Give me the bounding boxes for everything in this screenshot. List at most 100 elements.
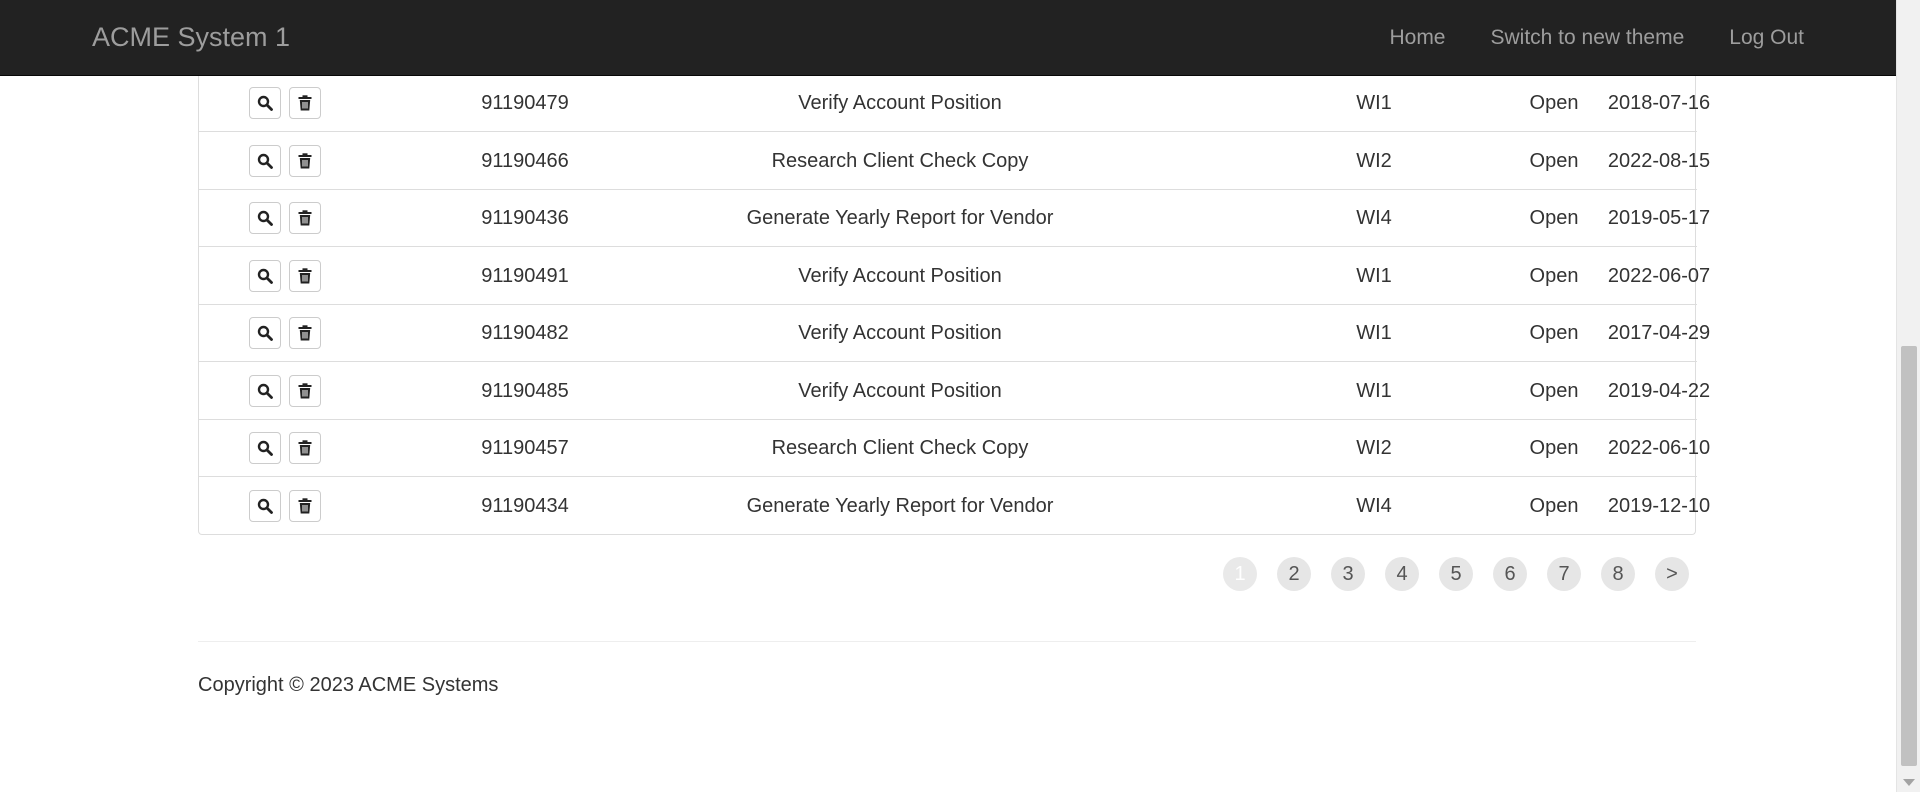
work-item-date: 2019-05-17 — [1607, 207, 1711, 229]
trash-icon — [298, 210, 312, 226]
work-item-type: WI4 — [1356, 494, 1392, 517]
row-actions — [199, 248, 375, 305]
row-actions — [199, 420, 375, 477]
trash-icon — [298, 382, 312, 399]
table-row: 91190485 Verify Account Position WI1 Open 20… — [199, 363, 1710, 420]
work-item-type: WI2 — [1356, 149, 1392, 172]
delete-button[interactable] — [289, 317, 321, 349]
page-button-1[interactable]: 1 — [1223, 557, 1257, 591]
scrollbar-thumb[interactable] — [1901, 346, 1917, 766]
search-icon — [257, 268, 273, 284]
work-item-id: 91190457 — [481, 437, 569, 459]
navbar: ACME System 1 Home Switch to new theme L… — [0, 0, 1896, 76]
work-item-title: Generate Yearly Report for Vendor — [746, 207, 1054, 229]
work-item-type: WI1 — [1356, 379, 1392, 402]
row-actions — [199, 305, 375, 362]
delete-button[interactable] — [289, 259, 321, 292]
footer-divider — [198, 641, 1696, 642]
work-item-date: 2019-12-10 — [1607, 494, 1711, 517]
row-actions — [199, 190, 375, 247]
scroll-down-arrow-icon[interactable] — [1903, 779, 1915, 786]
work-item-type: WI1 — [1356, 264, 1392, 287]
work-item-id: 91190479 — [481, 92, 569, 114]
search-icon — [257, 153, 273, 169]
row-actions — [199, 75, 375, 132]
work-item-date: 2019-04-22 — [1607, 379, 1711, 402]
work-item-title: Verify Account Position — [798, 92, 1002, 114]
page-button-3[interactable]: 3 — [1331, 557, 1365, 591]
search-icon — [257, 498, 273, 514]
work-item-id: 91190466 — [481, 149, 569, 172]
page-button-4[interactable]: 4 — [1385, 557, 1419, 591]
view-button[interactable] — [249, 432, 281, 464]
trash-icon — [298, 325, 312, 341]
search-icon — [257, 95, 273, 111]
work-item-id: 91190434 — [481, 494, 569, 517]
work-item-date: 2017-04-29 — [1607, 322, 1711, 344]
page-button-8[interactable]: 8 — [1601, 557, 1635, 591]
search-icon — [257, 210, 273, 226]
table-row: 91190466 Research Client Check Copy WI2 Ope… — [199, 133, 1710, 190]
work-item-title: Research Client Check Copy — [771, 149, 1029, 172]
delete-button[interactable] — [289, 87, 321, 119]
page-button-6[interactable]: 6 — [1493, 557, 1527, 591]
delete-button[interactable] — [289, 432, 321, 464]
nav-link-switch-theme[interactable]: Switch to new theme — [1491, 26, 1685, 50]
trash-icon — [298, 267, 312, 284]
page-button-7[interactable]: 7 — [1547, 557, 1581, 591]
page-button-2[interactable]: 2 — [1277, 557, 1311, 591]
work-item-id: 91190485 — [481, 379, 569, 402]
view-button[interactable] — [249, 489, 281, 522]
row-actions — [199, 363, 375, 420]
delete-button[interactable] — [289, 374, 321, 407]
view-button[interactable] — [249, 202, 281, 234]
row-actions — [199, 478, 375, 535]
search-icon — [257, 325, 273, 341]
next-page-button[interactable]: > — [1655, 557, 1689, 591]
search-icon — [257, 383, 273, 399]
trash-icon — [298, 152, 312, 169]
work-item-type: WI4 — [1356, 207, 1392, 229]
work-item-title: Verify Account Position — [798, 379, 1002, 402]
work-item-title: Verify Account Position — [798, 264, 1002, 287]
trash-icon — [298, 440, 312, 456]
pagination: 1 2 3 4 5 6 7 8 > — [1223, 557, 1709, 591]
table-row: 91190482 Verify Account Position WI1 Open 20… — [199, 305, 1710, 362]
work-item-title: Generate Yearly Report for Vendor — [746, 494, 1054, 517]
page: ACME System 1 Home Switch to new theme L… — [0, 0, 1920, 792]
vertical-scrollbar[interactable] — [1896, 0, 1920, 792]
work-item-type: WI1 — [1356, 92, 1392, 114]
trash-icon — [298, 497, 312, 514]
work-item-date: 2022-06-10 — [1607, 437, 1711, 459]
nav-link-log-out[interactable]: Log Out — [1729, 26, 1804, 50]
work-item-title: Verify Account Position — [798, 322, 1002, 344]
work-items-table: 91190479 Verify Account Position WI1 Open 20… — [198, 75, 1710, 535]
work-item-id: 91190482 — [481, 322, 569, 344]
page-button-5[interactable]: 5 — [1439, 557, 1473, 591]
work-item-type: WI1 — [1356, 322, 1392, 344]
view-button[interactable] — [249, 259, 281, 292]
nav-link-home[interactable]: Home — [1389, 26, 1445, 50]
work-item-title: Research Client Check Copy — [771, 437, 1029, 459]
table-row: 91190434 Generate Yearly Report for Vendo… — [199, 478, 1710, 535]
delete-button[interactable] — [289, 144, 321, 177]
delete-button[interactable] — [289, 489, 321, 522]
view-button[interactable] — [249, 144, 281, 177]
delete-button[interactable] — [289, 202, 321, 234]
view-button[interactable] — [249, 374, 281, 407]
table-row: 91190479 Verify Account Position WI1 Open 20… — [199, 75, 1710, 132]
brand-title[interactable]: ACME System 1 — [92, 0, 290, 75]
work-item-date: 2018-07-16 — [1607, 92, 1711, 114]
table-row: 91190457 Research Client Check Copy WI2 Ope… — [199, 420, 1710, 477]
work-item-date: 2022-06-07 — [1607, 264, 1711, 287]
table-row: 91190436 Generate Yearly Report for Vendo… — [199, 190, 1710, 247]
view-button[interactable] — [249, 317, 281, 349]
search-icon — [257, 440, 273, 456]
work-item-id: 91190491 — [481, 264, 569, 287]
view-button[interactable] — [249, 87, 281, 119]
work-item-date: 2022-08-15 — [1607, 149, 1711, 172]
row-actions — [199, 133, 375, 190]
nav-links: Home Switch to new theme Log Out — [1344, 0, 1804, 75]
trash-icon — [298, 95, 312, 111]
table-row: 91190491 Verify Account Position WI1 Open 20… — [199, 248, 1710, 305]
